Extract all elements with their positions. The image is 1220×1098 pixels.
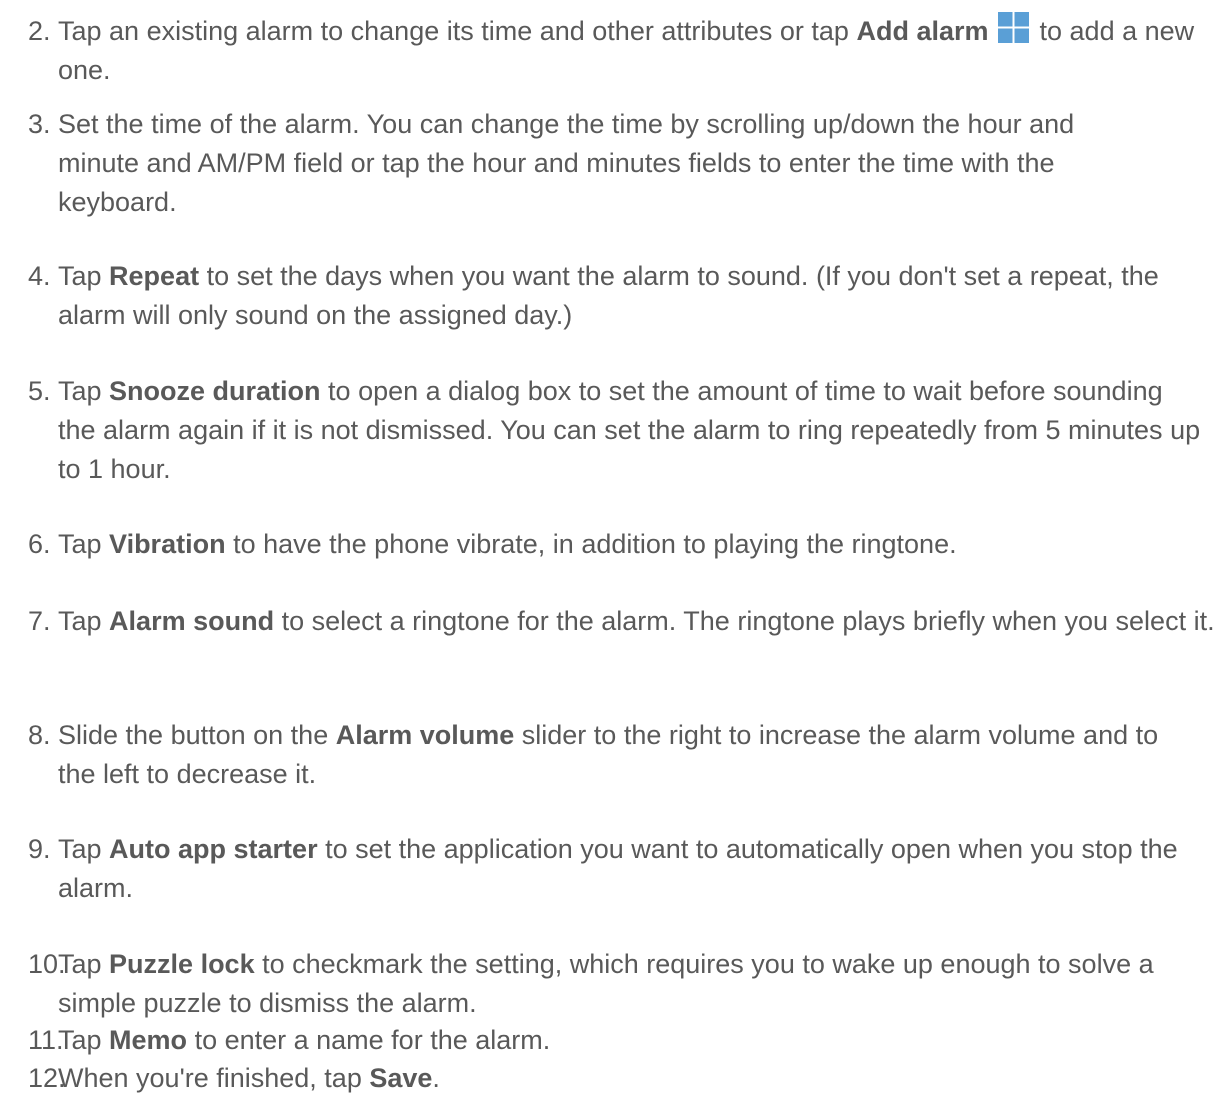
step-text-segment: Set the time of the alarm. You can chang…	[58, 109, 1075, 217]
auto-app-starter-label: Auto app starter	[109, 834, 318, 864]
step-number: 4.	[28, 261, 51, 291]
step-text-segment: to have the phone vibrate, in addition t…	[225, 529, 957, 559]
step-text-segment: Tap	[58, 529, 110, 559]
step-number: 6.	[28, 529, 51, 559]
step-text-segment: to enter a name for the alarm.	[187, 1025, 551, 1055]
step-number: 7.	[28, 606, 51, 636]
repeat-label: Repeat	[109, 261, 200, 291]
step-text: Slide the button on the Alarm volume sli…	[58, 716, 1178, 794]
alarm-volume-label: Alarm volume	[335, 720, 515, 750]
step-text-segment: Tap an existing alarm to change its time…	[58, 16, 857, 46]
step-text-segment	[989, 16, 997, 46]
memo-label: Memo	[109, 1025, 188, 1055]
step-text: When you're finished, tap Save.	[58, 1059, 1218, 1098]
step-text-segment: Tap	[58, 376, 110, 406]
step-number: 8.	[28, 720, 51, 750]
step-text: Tap Puzzle lock to checkmark the setting…	[58, 945, 1218, 1023]
step-number: 2.	[28, 16, 51, 46]
snooze-duration-label: Snooze duration	[109, 376, 321, 406]
step-text-segment: Tap	[58, 261, 110, 291]
step-text-segment: When you're finished, tap	[58, 1063, 370, 1093]
add-alarm-label: Add alarm	[856, 16, 989, 46]
step-text-segment: Tap	[58, 949, 110, 979]
step-text: Tap Alarm sound to select a ringtone for…	[58, 602, 1218, 641]
step-text-segment: Tap	[58, 606, 110, 636]
step-text: Tap Auto app starter to set the applicat…	[58, 830, 1178, 908]
save-label: Save	[369, 1063, 433, 1093]
step-text-segment: .	[432, 1063, 440, 1093]
add-alarm-icon	[998, 12, 1030, 43]
vibration-label: Vibration	[109, 529, 226, 559]
step-text: Set the time of the alarm. You can chang…	[58, 105, 1098, 222]
step-text: Tap an existing alarm to change its time…	[58, 12, 1218, 90]
step-text-segment: Slide the button on the	[58, 720, 336, 750]
step-text: Tap Vibration to have the phone vibrate,…	[58, 525, 1218, 564]
step-number: 5.	[28, 376, 51, 406]
step-text-segment: Tap	[58, 1025, 110, 1055]
step-text: Tap Repeat to set the days when you want…	[58, 257, 1218, 335]
step-text: Tap Snooze duration to open a dialog box…	[58, 372, 1203, 489]
step-text-segment: to select a ringtone for the alarm. The …	[274, 606, 1215, 636]
alarm-sound-label: Alarm sound	[109, 606, 275, 636]
step-text-segment: to set the days when you want the alarm …	[58, 261, 1159, 330]
step-text-segment: Tap	[58, 834, 110, 864]
step-number: 9.	[28, 834, 51, 864]
step-text: Tap Memo to enter a name for the alarm.	[58, 1021, 1218, 1060]
step-number: 3.	[28, 109, 51, 139]
puzzle-lock-label: Puzzle lock	[109, 949, 255, 979]
